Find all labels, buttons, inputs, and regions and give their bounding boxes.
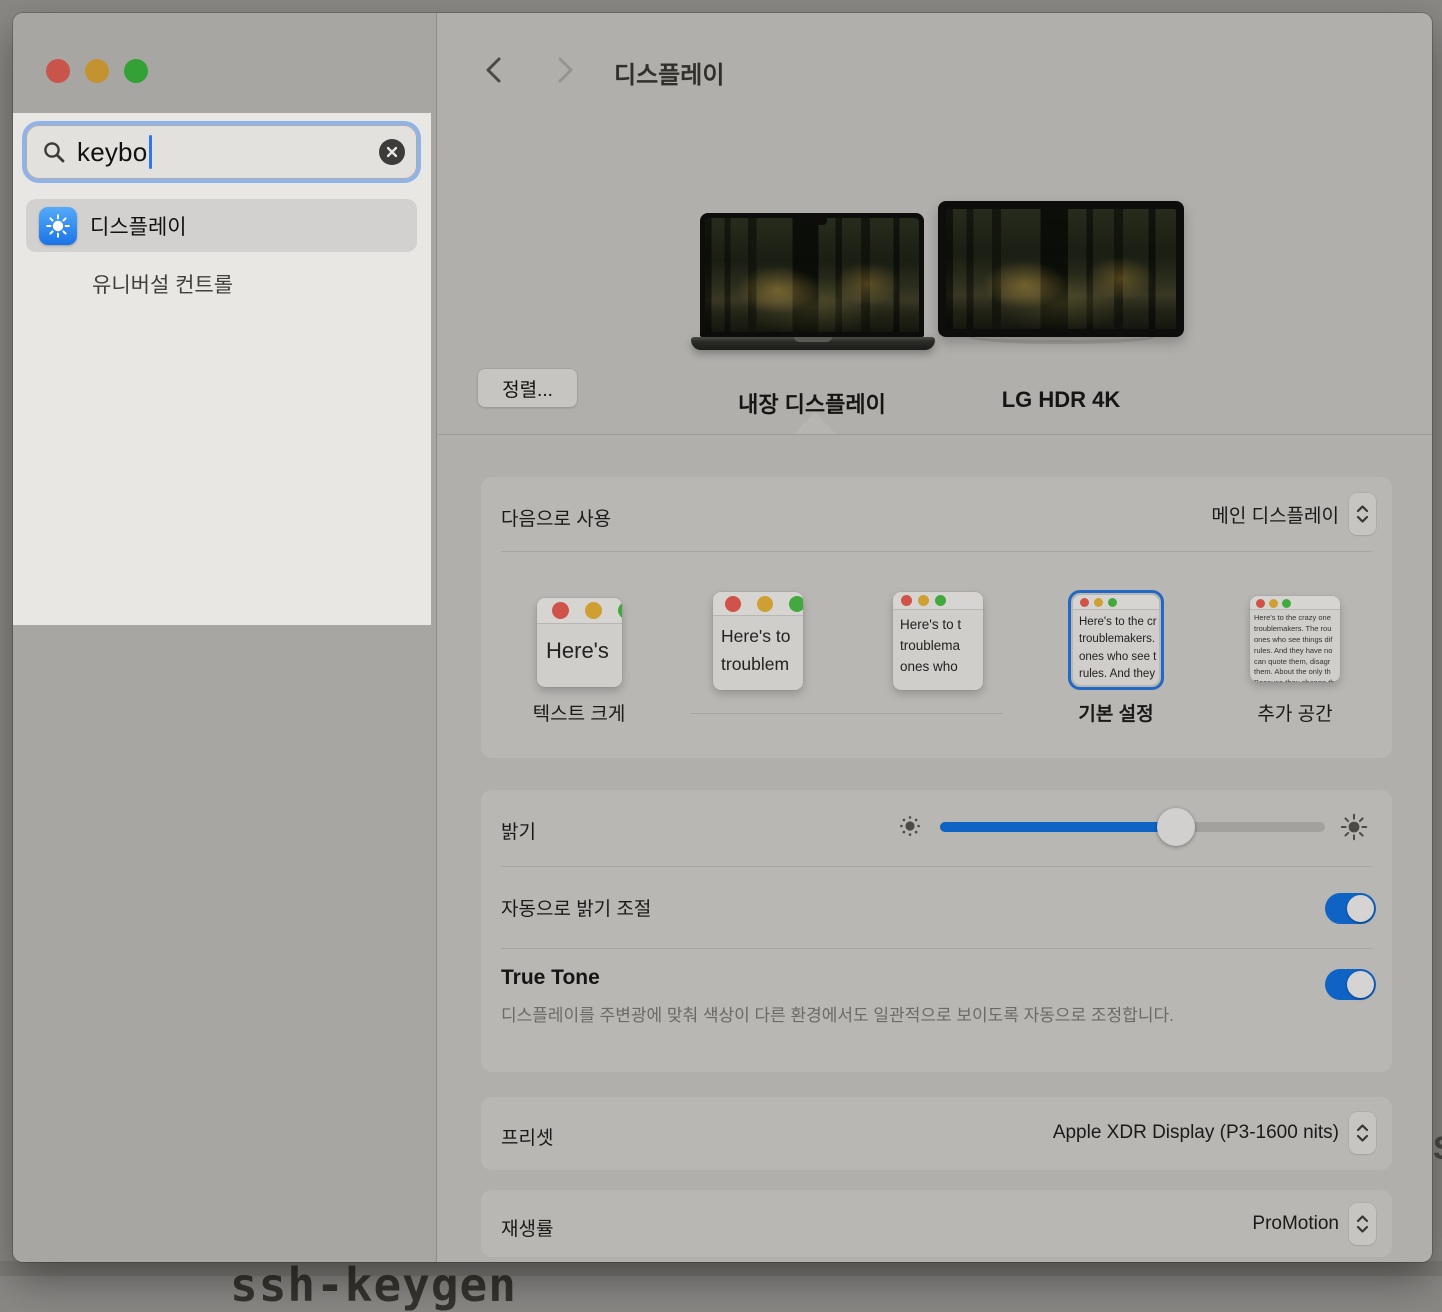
- use-as-value: 메인 디스플레이: [1211, 501, 1339, 528]
- background-window-strip: [0, 1261, 1442, 1276]
- search-result-display[interactable]: 디스플레이: [26, 199, 417, 252]
- mini-minimize-icon: [1269, 599, 1278, 608]
- brightness-slider-fill: [940, 822, 1179, 832]
- use-as-card: 다음으로 사용 메인 디스플레이 Here's Here's totrouble…: [481, 477, 1392, 758]
- search-results-panel: keybo: [13, 113, 431, 625]
- refresh-rate-label: 재생률: [501, 1214, 553, 1241]
- scaling-option-default-selected[interactable]: Here's to the crtroublemakers.ones who s…: [1068, 590, 1164, 690]
- preset-card: 프리셋 Apple XDR Display (P3-1600 nits): [481, 1097, 1392, 1170]
- refresh-rate-card: 재생률 ProMotion: [481, 1190, 1392, 1257]
- preset-dropdown[interactable]: Apple XDR Display (P3-1600 nits): [1053, 1112, 1376, 1154]
- arrange-button[interactable]: 정렬...: [478, 369, 577, 407]
- zoom-button[interactable]: [124, 59, 148, 83]
- search-input[interactable]: keybo: [26, 125, 417, 179]
- true-tone-description: 디스플레이를 주변광에 맞춰 색상이 다른 환경에서도 일관적으로 보이도록 자…: [501, 1002, 1241, 1030]
- mini-close-icon: [1080, 598, 1089, 607]
- scaling-option-more-space[interactable]: Here's to the crazy onetroublemakers. Th…: [1250, 596, 1340, 682]
- main-content: 디스플레이 정렬... 내장 디스플레이 LG HDR 4K 다음으로 사용 메…: [437, 13, 1432, 1262]
- scaling-connector-line: [691, 713, 1003, 714]
- background-partial-text: ssh-keygen: [230, 1258, 517, 1312]
- brightness-label: 밝기: [501, 817, 536, 844]
- brightness-slider-track[interactable]: [940, 822, 1325, 832]
- row-separator: [501, 551, 1372, 552]
- mini-zoom-icon: [1108, 598, 1117, 607]
- display-brightness-icon: [39, 207, 77, 245]
- mini-zoom-icon: [1282, 599, 1291, 608]
- mini-minimize-icon: [918, 595, 929, 606]
- mini-zoom-icon: [789, 596, 803, 612]
- external-display-preview[interactable]: [938, 201, 1184, 337]
- text-cursor: [149, 135, 152, 169]
- brightness-card: 밝기: [481, 790, 1392, 1072]
- scaling-label-default: 기본 설정: [1026, 699, 1206, 726]
- external-display-name: LG HDR 4K: [911, 387, 1211, 413]
- header-separator: [437, 434, 1432, 435]
- mini-zoom-icon: [935, 595, 946, 606]
- stepper-icon[interactable]: [1349, 493, 1376, 535]
- row-separator: [501, 866, 1372, 867]
- mini-minimize-icon: [1094, 598, 1103, 607]
- scaling-option-larger-text[interactable]: Here's: [537, 598, 622, 687]
- scaling-option-3[interactable]: Here's to ttroublemaones who: [893, 592, 983, 690]
- auto-brightness-label: 자동으로 밝기 조절: [501, 894, 651, 921]
- clear-search-icon[interactable]: [379, 139, 405, 165]
- sidebar: keybo: [13, 13, 437, 1262]
- mini-close-icon: [901, 595, 912, 606]
- stepper-icon[interactable]: [1349, 1203, 1376, 1245]
- search-result-label: 디스플레이: [90, 211, 187, 241]
- window-controls: [46, 59, 148, 83]
- scaling-option-default[interactable]: Here's to the crtroublemakers.ones who s…: [1073, 595, 1159, 685]
- magnifier-icon: [42, 140, 66, 164]
- refresh-rate-value: ProMotion: [1252, 1213, 1339, 1235]
- scaling-option-2[interactable]: Here's totroublem: [713, 592, 803, 690]
- preset-label: 프리셋: [501, 1123, 553, 1150]
- laptop-notch: [797, 218, 827, 225]
- mini-zoom-icon: [618, 602, 622, 619]
- auto-brightness-toggle[interactable]: [1325, 893, 1376, 924]
- brightness-low-icon: [899, 815, 921, 837]
- mini-close-icon: [1256, 599, 1265, 608]
- minimize-button[interactable]: [85, 59, 109, 83]
- background-partial-letter: S: [1433, 1130, 1442, 1167]
- system-settings-window: keybo: [13, 13, 1432, 1262]
- brightness-high-icon: [1340, 813, 1368, 841]
- scaling-label-more-space: 추가 공간: [1205, 699, 1385, 726]
- forward-button[interactable]: [548, 55, 582, 85]
- desktop-background: ssh-keygen S keybo: [0, 0, 1442, 1276]
- search-input-value: keybo: [77, 137, 147, 168]
- mini-minimize-icon: [585, 602, 602, 619]
- builtin-display-preview[interactable]: [700, 213, 924, 337]
- mini-close-icon: [552, 602, 569, 619]
- scaling-label-larger-text: 텍스트 크게: [489, 699, 669, 726]
- search-result-universal-control[interactable]: 유니버설 컨트롤: [26, 261, 417, 307]
- use-as-label: 다음으로 사용: [501, 504, 611, 531]
- preset-value: Apple XDR Display (P3-1600 nits): [1053, 1122, 1339, 1144]
- laptop-base: [691, 337, 935, 350]
- close-button[interactable]: [46, 59, 70, 83]
- mini-minimize-icon: [757, 596, 773, 612]
- true-tone-toggle[interactable]: [1325, 969, 1376, 1000]
- refresh-rate-dropdown[interactable]: ProMotion: [1252, 1203, 1376, 1245]
- stepper-icon[interactable]: [1349, 1112, 1376, 1154]
- use-as-dropdown[interactable]: 메인 디스플레이: [1211, 493, 1376, 535]
- brightness-slider-thumb[interactable]: [1157, 808, 1195, 846]
- row-separator: [501, 948, 1372, 949]
- page-title: 디스플레이: [614, 55, 724, 90]
- search-result-label: 유니버설 컨트롤: [92, 269, 233, 299]
- back-button[interactable]: [476, 55, 510, 85]
- mini-close-icon: [725, 596, 741, 612]
- true-tone-label: True Tone: [501, 966, 600, 990]
